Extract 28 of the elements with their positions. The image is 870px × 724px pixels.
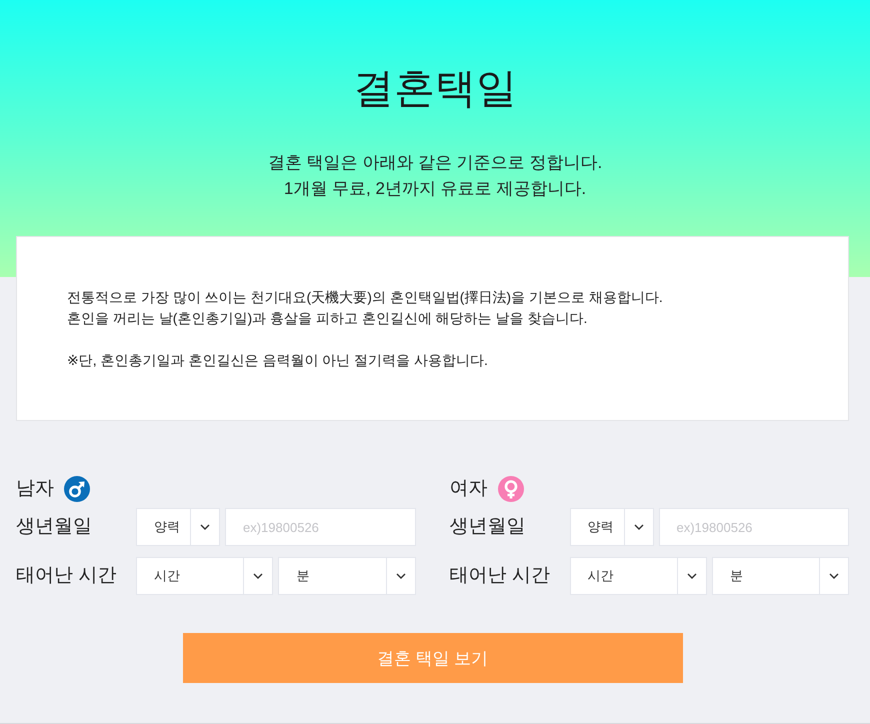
- field-label: 생년월일: [16, 515, 93, 539]
- chevron-down-icon: [200, 524, 210, 530]
- chevron-down-icon: [396, 573, 406, 579]
- hour-select[interactable]: 시간: [570, 557, 707, 595]
- chevron-down-icon: [634, 524, 644, 530]
- field-label: 태어난 시간: [450, 564, 551, 588]
- calendar-select[interactable]: 양력: [570, 508, 654, 546]
- field-label: 생년월일: [450, 515, 526, 539]
- female-symbol-icon: [498, 476, 524, 502]
- minute-select[interactable]: 분: [278, 557, 416, 595]
- field-label: 태어난 시간: [16, 564, 118, 588]
- page-title: 결혼택일: [352, 64, 518, 113]
- notice-text: ※단, 혼인총기일과 혼인길신은 음력월이 아닌 절기력을 사용합니다.: [67, 351, 489, 370]
- notice-text: 전통적으로 가장 많이 쓰이는 천기대요(天機大要)의 혼인택일법(擇日法)을 기본으로 채용합니다.: [67, 288, 664, 307]
- chevron-down-icon: [829, 573, 839, 579]
- chevron-down-icon: [253, 573, 264, 579]
- subtitle-text: 결혼 택일은 아래와 같은 기준으로 정합니다.: [266, 152, 604, 174]
- birthdate-input[interactable]: ex)19800526: [225, 508, 416, 546]
- minute-select[interactable]: 분: [712, 557, 849, 595]
- gender-label: 여자: [450, 477, 488, 501]
- hour-select[interactable]: 시간: [136, 557, 274, 595]
- calendar-select[interactable]: 양력: [136, 508, 220, 546]
- male-symbol-icon: [64, 476, 90, 502]
- subtitle-text: 1개월 무료, 2년까지 유료로 제공합니다.: [282, 178, 588, 200]
- chevron-down-icon: [686, 573, 697, 579]
- notice-text: 혼인을 꺼리는 날(혼인총기일)과 흉살을 피하고 혼인길신에 해당하는 날을 찾습니다.: [67, 309, 588, 328]
- gender-label: 남자: [16, 477, 54, 501]
- birthdate-input[interactable]: ex)19800526: [658, 508, 849, 546]
